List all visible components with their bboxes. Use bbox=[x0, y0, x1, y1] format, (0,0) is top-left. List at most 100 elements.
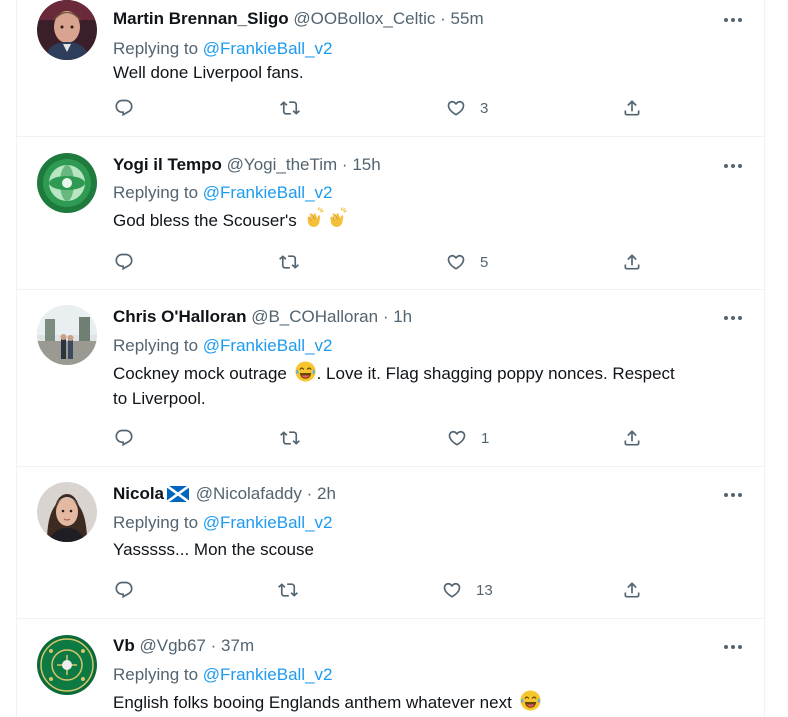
mention-link[interactable]: @FrankieBall_v2 bbox=[203, 39, 333, 58]
more-icon[interactable] bbox=[722, 156, 744, 176]
user-handle[interactable]: @Vgb67 bbox=[139, 636, 205, 655]
heart-icon bbox=[442, 580, 462, 600]
mention-link[interactable]: @FrankieBall_v2 bbox=[203, 336, 333, 355]
like-button[interactable]: 3 bbox=[446, 96, 488, 120]
like-button[interactable]: 5 bbox=[446, 250, 488, 274]
timestamp[interactable]: 55m bbox=[451, 9, 484, 28]
share-icon bbox=[622, 580, 642, 600]
clapping-hands-emoji bbox=[326, 207, 349, 230]
mention-link[interactable]: @FrankieBall_v2 bbox=[203, 665, 333, 684]
avatar[interactable] bbox=[37, 305, 97, 365]
replying-to: Replying to @FrankieBall_v2 bbox=[113, 182, 332, 204]
reply-button[interactable] bbox=[114, 96, 134, 120]
tweet-text: Yasssss... Mon the scouse bbox=[113, 540, 314, 559]
timestamp[interactable]: 2h bbox=[317, 484, 336, 503]
mention-link[interactable]: @FrankieBall_v2 bbox=[203, 513, 333, 532]
heart-icon bbox=[446, 252, 466, 272]
more-icon[interactable] bbox=[722, 10, 744, 30]
retweet-icon bbox=[280, 98, 300, 118]
replying-to-label: Replying to bbox=[113, 183, 203, 202]
share-icon bbox=[622, 428, 642, 448]
retweet-button[interactable] bbox=[279, 250, 299, 274]
like-button[interactable]: 1 bbox=[447, 426, 489, 450]
timestamp[interactable]: 37m bbox=[221, 636, 254, 655]
tweet-actions: 3 bbox=[17, 96, 764, 120]
tweet-thread: Martin Brennan_Sligo @OOBollox_Celtic · … bbox=[16, 0, 765, 717]
tweet-actions: 5 bbox=[17, 250, 764, 274]
retweet-icon bbox=[278, 580, 298, 600]
share-button[interactable] bbox=[622, 578, 642, 602]
mention-link[interactable]: @FrankieBall_v2 bbox=[203, 183, 333, 202]
tweet[interactable]: Chris O'Halloran @B_COHalloran · 1h Repl… bbox=[17, 290, 764, 467]
more-icon[interactable] bbox=[722, 637, 744, 657]
reply-icon bbox=[114, 580, 134, 600]
replying-to: Replying to @FrankieBall_v2 bbox=[113, 335, 332, 357]
reply-button[interactable] bbox=[114, 426, 134, 450]
avatar[interactable] bbox=[37, 482, 97, 542]
tweet[interactable]: Yogi il Tempo @Yogi_theTim · 15h Replyin… bbox=[17, 137, 764, 290]
display-name[interactable]: Chris O'Halloran bbox=[113, 307, 246, 326]
display-name[interactable]: Yogi il Tempo bbox=[113, 155, 222, 174]
display-name[interactable]: Nicola bbox=[113, 484, 164, 503]
avatar[interactable] bbox=[37, 153, 97, 213]
tweet-header: Chris O'Halloran @B_COHalloran · 1h bbox=[113, 306, 412, 328]
more-icon[interactable] bbox=[722, 308, 744, 328]
replying-to-label: Replying to bbox=[113, 336, 203, 355]
tweet-header: Vb @Vgb67 · 37m bbox=[113, 635, 254, 657]
share-icon bbox=[622, 98, 642, 118]
tears-of-joy-emoji bbox=[519, 689, 542, 712]
scotland-flag-icon bbox=[167, 486, 190, 502]
reply-button[interactable] bbox=[114, 578, 134, 602]
tweet-text-content: God bless the Scouser's bbox=[113, 211, 297, 230]
more-icon[interactable] bbox=[722, 485, 744, 505]
retweet-button[interactable] bbox=[278, 578, 298, 602]
tweet-actions: 13 bbox=[17, 578, 764, 602]
display-name[interactable]: Vb bbox=[113, 636, 135, 655]
replying-to-label: Replying to bbox=[113, 39, 203, 58]
share-icon bbox=[622, 252, 642, 272]
tweet-actions: 1 bbox=[17, 426, 764, 450]
tweet-text: English folks booing Englands anthem wha… bbox=[113, 689, 733, 715]
tears-of-joy-emoji bbox=[294, 360, 317, 383]
share-button[interactable] bbox=[622, 426, 642, 450]
like-button[interactable]: 13 bbox=[442, 578, 493, 602]
reply-icon bbox=[114, 252, 134, 272]
user-handle[interactable]: @B_COHalloran bbox=[251, 307, 378, 326]
tweet-text-segment: Cockney mock outrage bbox=[113, 364, 287, 383]
like-count: 3 bbox=[480, 99, 489, 117]
user-handle[interactable]: @Nicolafaddy bbox=[196, 484, 302, 503]
retweet-icon bbox=[280, 428, 300, 448]
tweet-text-line: Cockney mock outrage . Love it. Flag sha… bbox=[113, 360, 733, 386]
user-handle[interactable]: @Yogi_theTim bbox=[227, 155, 338, 174]
tweet-text-segment: . Love it. Flag shagging poppy nonces. R… bbox=[316, 364, 675, 383]
separator-dot: · bbox=[382, 307, 389, 326]
tweet-header: Yogi il Tempo @Yogi_theTim · 15h bbox=[113, 154, 381, 176]
tweet-header: Martin Brennan_Sligo @OOBollox_Celtic · … bbox=[113, 8, 484, 30]
avatar[interactable] bbox=[37, 635, 97, 695]
share-button[interactable] bbox=[622, 250, 642, 274]
timestamp[interactable]: 1h bbox=[393, 307, 412, 326]
reply-icon bbox=[114, 428, 134, 448]
like-count: 5 bbox=[480, 253, 489, 271]
tweet[interactable]: Martin Brennan_Sligo @OOBollox_Celtic · … bbox=[17, 0, 764, 137]
tweet-header: Nicola @Nicolafaddy · 2h bbox=[113, 483, 336, 505]
separator-dot: · bbox=[341, 155, 348, 174]
display-name[interactable]: Martin Brennan_Sligo bbox=[113, 9, 289, 28]
retweet-button[interactable] bbox=[280, 426, 300, 450]
tweet-text: Cockney mock outrage . Love it. Flag sha… bbox=[113, 360, 733, 411]
like-count: 1 bbox=[481, 429, 490, 447]
reply-button[interactable] bbox=[114, 250, 134, 274]
retweet-button[interactable] bbox=[280, 96, 300, 120]
like-count: 13 bbox=[476, 581, 493, 599]
share-button[interactable] bbox=[622, 96, 642, 120]
timestamp[interactable]: 15h bbox=[352, 155, 380, 174]
replying-to-label: Replying to bbox=[113, 665, 203, 684]
avatar[interactable] bbox=[37, 0, 97, 60]
user-handle[interactable]: @OOBollox_Celtic bbox=[293, 9, 435, 28]
tweet[interactable]: Vb @Vgb67 · 37m Replying to @FrankieBall… bbox=[17, 619, 764, 717]
tweet[interactable]: Nicola @Nicolafaddy · 2h Replying to @Fr… bbox=[17, 467, 764, 619]
replying-to: Replying to @FrankieBall_v2 bbox=[113, 664, 332, 686]
separator-dot: · bbox=[210, 636, 217, 655]
separator-dot: · bbox=[440, 9, 446, 28]
replying-to-label: Replying to bbox=[113, 513, 203, 532]
